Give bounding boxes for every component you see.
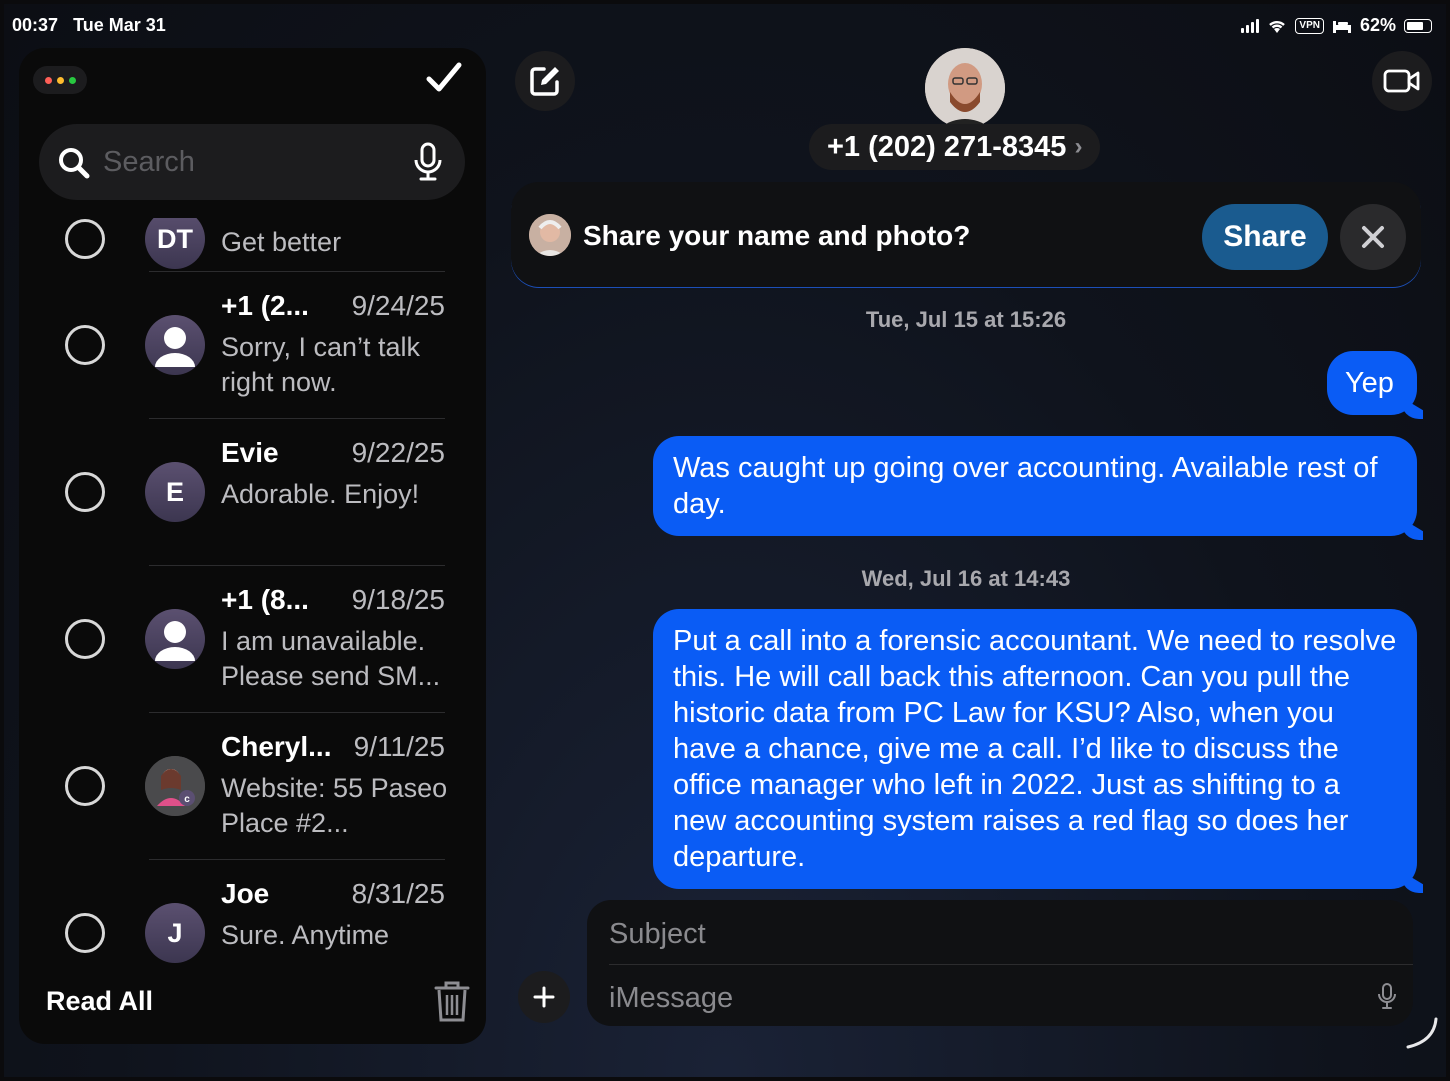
ipad-screen: 00:37 Tue Mar 31 VPN 62% Search DT Get b…: [4, 4, 1446, 1077]
contact-name: Joe: [221, 878, 270, 909]
conversation-row[interactable]: +1 (2... 9/24/25 Sorry, I can’t talk rig…: [19, 272, 486, 419]
sent-message-bubble[interactable]: Yep: [1327, 351, 1423, 419]
select-radio[interactable]: [65, 619, 105, 659]
sleep-bed-icon: [1332, 20, 1351, 33]
dismiss-banner-button[interactable]: [1340, 204, 1406, 270]
battery-icon: [1404, 18, 1432, 33]
message-date: 8/31/25: [351, 878, 445, 909]
message-composer: [587, 900, 1413, 1026]
subject-input[interactable]: [609, 914, 1369, 954]
avatar: [145, 609, 205, 669]
conversation-row[interactable]: E Evie 9/22/25 Adorable. Enjoy!: [19, 419, 486, 566]
share-name-photo-banner: Share your name and photo? Share: [511, 182, 1421, 288]
composer-divider: [609, 964, 1413, 965]
select-radio[interactable]: [65, 913, 105, 953]
trash-icon[interactable]: [432, 978, 472, 1024]
apps-plus-button[interactable]: [518, 971, 570, 1023]
contact-name-pill[interactable]: +1 (202) 271-8345 ›: [809, 124, 1101, 170]
search-input[interactable]: [103, 142, 393, 182]
compose-icon: [530, 67, 559, 96]
conversation-row[interactable]: c Cheryl... 9/11/25 Website: 55 Paseo Pl…: [19, 713, 486, 860]
select-radio[interactable]: [65, 766, 105, 806]
avatar: J: [145, 903, 205, 963]
message-date: 9/24/25: [351, 290, 445, 321]
avatar: E: [145, 462, 205, 522]
sent-message-bubble[interactable]: Put a call into a forensic accountant. W…: [653, 609, 1423, 893]
message-date: 9/11/25: [353, 731, 445, 762]
microphone-icon[interactable]: [413, 142, 443, 182]
my-avatar: [529, 214, 571, 256]
select-radio[interactable]: [65, 219, 105, 259]
person-placeholder-icon: [155, 327, 195, 367]
done-checkmark-icon[interactable]: [424, 58, 464, 98]
status-time-date: 00:37 Tue Mar 31: [12, 15, 166, 36]
conversation-row[interactable]: DT Get better: [19, 218, 486, 272]
contact-photo: [925, 48, 1005, 128]
share-banner-text: Share your name and photo?: [583, 220, 971, 251]
compose-button[interactable]: [515, 51, 575, 111]
conversation-list: DT Get better +1 (2... 9/24/25 Sorry, I …: [19, 218, 486, 973]
contact-photo: c: [145, 756, 205, 816]
vpn-badge: VPN: [1295, 17, 1324, 34]
minimize-window-dot[interactable]: [56, 76, 64, 84]
contact-name: +1 (8...: [221, 584, 309, 615]
contact-number: +1 (202) 271-8345: [827, 130, 1067, 163]
sent-message-bubble[interactable]: Was caught up going over accounting. Ava…: [653, 436, 1423, 540]
wifi-icon: [1269, 20, 1286, 33]
zoom-window-dot[interactable]: [68, 76, 76, 84]
chevron-right-icon: ›: [1074, 133, 1083, 160]
select-radio[interactable]: [65, 472, 105, 512]
message-timestamp: Wed, Jul 16 at 14:43: [861, 566, 1071, 591]
dictation-microphone-icon[interactable]: [1377, 982, 1397, 1010]
avatar: DT: [145, 218, 205, 269]
imessage-input[interactable]: [609, 978, 1349, 1018]
message-preview: Sorry, I can’t talk right now.: [221, 332, 421, 397]
status-date: Tue Mar 31: [73, 15, 166, 35]
facetime-video-button[interactable]: [1372, 51, 1432, 111]
message-preview: I am unavailable. Please send SM...: [221, 626, 441, 691]
contact-name: +1 (2...: [221, 290, 309, 321]
contact-name: Cheryl...: [221, 731, 332, 762]
message-text: Was caught up going over accounting. Ava…: [673, 452, 1378, 520]
status-bar: 00:37 Tue Mar 31 VPN 62%: [4, 4, 1446, 46]
edit-toolbar: Read All: [19, 974, 486, 1044]
message-preview: Website: 55 Paseo Place #2...: [221, 773, 448, 838]
plus-icon: [533, 986, 555, 1008]
status-indicators: VPN 62%: [1241, 15, 1432, 36]
conversation-row[interactable]: J Joe 8/31/25 Sure. Anytime: [19, 860, 486, 973]
person-placeholder-icon: [155, 621, 195, 661]
battery-percent: 62%: [1359, 15, 1396, 35]
conversation-row[interactable]: +1 (8... 9/18/25 I am unavailable. Pleas…: [19, 566, 486, 713]
close-window-dot[interactable]: [44, 76, 52, 84]
message-date: 9/18/25: [351, 584, 445, 615]
message-text: Put a call into a forensic accountant. W…: [673, 625, 1397, 873]
close-icon: [1362, 226, 1384, 248]
contact-name: Evie: [221, 437, 279, 468]
search-icon: [59, 148, 90, 179]
video-camera-icon: [1383, 69, 1420, 93]
cellular-signal-icon: [1241, 18, 1260, 33]
message-preview: Sure. Anytime: [221, 920, 390, 950]
select-radio[interactable]: [65, 325, 105, 365]
message-preview: Get better: [221, 227, 342, 257]
conversation-list-panel: DT Get better +1 (2... 9/24/25 Sorry, I …: [19, 48, 486, 1044]
contact-avatar[interactable]: [925, 48, 1005, 128]
window-controls[interactable]: [33, 66, 87, 94]
search-bar: [39, 124, 465, 200]
message-preview: Adorable. Enjoy!: [221, 479, 420, 509]
share-button[interactable]: Share: [1202, 204, 1328, 270]
message-text: Yep: [1345, 367, 1394, 399]
status-time: 00:37: [12, 15, 59, 35]
message-date: 9/22/25: [351, 437, 445, 468]
my-photo: [529, 214, 571, 256]
message-timestamp: Tue, Jul 15 at 15:26: [865, 307, 1067, 332]
avatar: c: [145, 756, 205, 816]
resize-handle-icon[interactable]: [1404, 1017, 1440, 1051]
svg-text:c: c: [184, 794, 190, 805]
read-all-button[interactable]: Read All: [46, 986, 153, 1017]
avatar: [145, 315, 205, 375]
